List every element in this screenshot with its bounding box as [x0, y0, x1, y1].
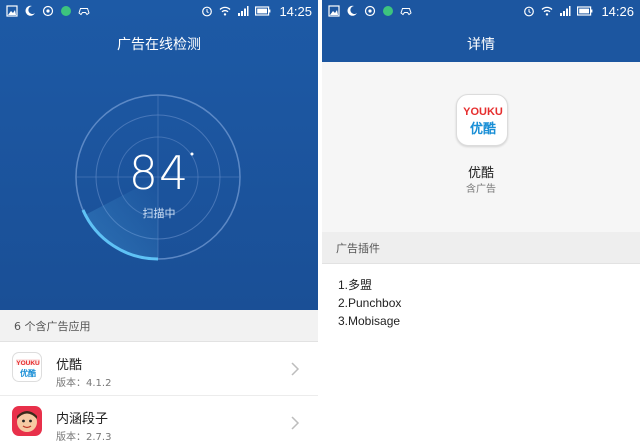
battery-icon: [255, 6, 271, 16]
app-name: 优酷: [56, 358, 83, 373]
page-title: 详情: [467, 37, 495, 53]
moon-icon: [347, 5, 357, 16]
ad-plugins-header: 广告插件: [322, 232, 640, 264]
chevron-right-icon: [291, 416, 300, 430]
detail-app-subtitle: 含广告: [466, 184, 496, 195]
plugin-list: 1.多盟 2.Punchbox 3.Mobisage: [322, 264, 640, 441]
youku-logo-top: YOUKU: [463, 106, 503, 118]
list-item: 2.Punchbox: [338, 296, 402, 310]
youku-logo: YOUKU 优酷: [463, 106, 503, 137]
alarm-icon: [524, 6, 535, 17]
app-version: 版本：4.1.2: [56, 378, 112, 389]
scan-status: 扫描中: [142, 207, 176, 220]
status-bar: 14:26: [322, 0, 640, 22]
moon-icon: [25, 5, 35, 16]
image-icon: [328, 5, 340, 17]
list-item: 3.Mobisage: [338, 314, 401, 328]
dot-icon: [383, 6, 393, 16]
svg-text:YOUKU: YOUKU: [16, 360, 40, 367]
signal-icon: [238, 6, 249, 16]
youku-logo-bottom: 优酷: [470, 121, 496, 137]
eye-icon: [42, 5, 54, 17]
app-row-youku[interactable]: YOUKU 优酷 优酷 版本：4.1.2: [0, 342, 318, 396]
app-detail-card: YOUKU 优酷: [322, 62, 640, 232]
wifi-icon: [219, 6, 231, 16]
dot-icon: [61, 6, 71, 16]
youku-icon: YOUKU 优酷: [456, 94, 508, 146]
youku-icon: YOUKU 优酷: [12, 352, 42, 382]
app-row-neihan[interactable]: 内涵段子 版本：2.7.3: [0, 396, 318, 441]
eye-icon: [364, 5, 376, 17]
chevron-right-icon: [291, 362, 300, 376]
wifi-icon: [541, 6, 553, 16]
gamepad-icon: [400, 8, 412, 16]
status-time: 14:26: [601, 3, 634, 19]
list-item: 1.多盟: [338, 278, 373, 292]
youku-logo: YOUKU 优酷: [16, 359, 40, 378]
app-version: 版本：2.7.3: [56, 432, 112, 441]
right-screen: 14:26 详情 YOUKU 优酷 优酷 含广告 广告插件 1.多盟 2.Pun…: [322, 0, 640, 441]
neihan-face: [17, 411, 37, 432]
alarm-icon: [202, 6, 213, 17]
page-title: 广告在线检测: [117, 37, 201, 53]
scan-score: 84: [128, 146, 190, 200]
image-icon: [6, 5, 18, 17]
ad-apps-header: 6 个含广告应用: [0, 310, 318, 342]
battery-icon: [577, 6, 593, 16]
detail-app-name: 优酷: [467, 166, 494, 181]
status-time: 14:25: [279, 3, 312, 19]
signal-icon: [560, 6, 571, 16]
app-name: 内涵段子: [56, 412, 109, 427]
status-bar: 14:25: [0, 0, 318, 22]
svg-text:优酷: 优酷: [20, 368, 36, 378]
gamepad-icon: [78, 8, 90, 16]
left-screen: 14:25 广告在线检测 84 扫描中 6 个含广告应用 YOUKU 优酷 优酷…: [0, 0, 318, 441]
neihan-icon: [12, 406, 42, 436]
